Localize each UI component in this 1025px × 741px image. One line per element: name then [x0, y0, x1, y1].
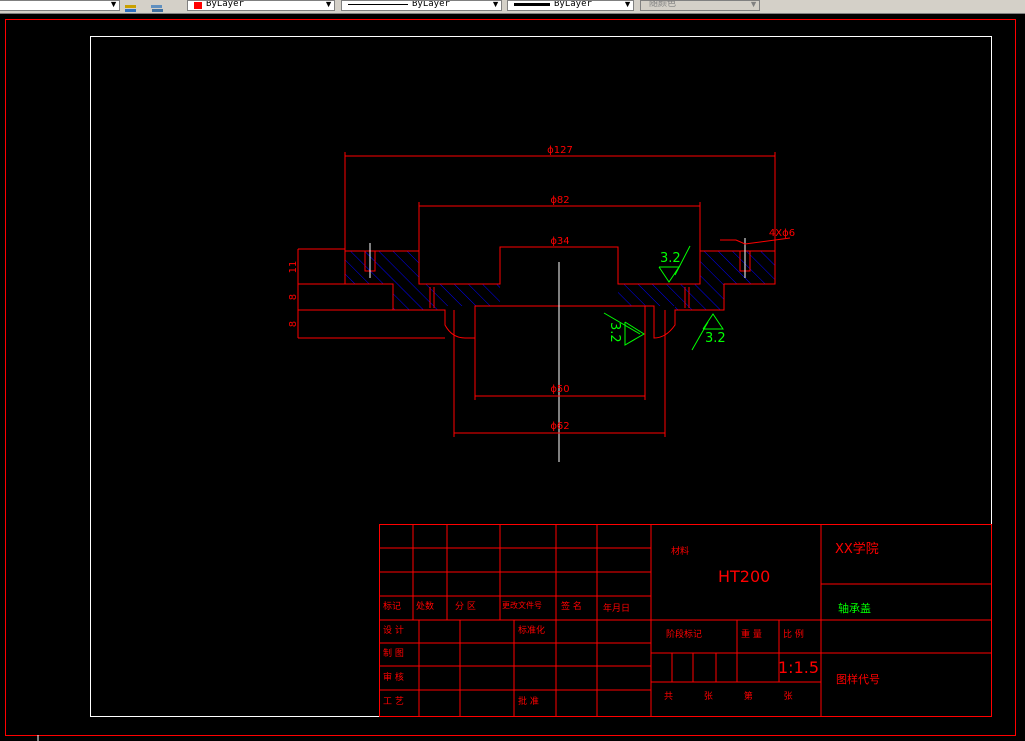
color-control[interactable]: ByLayer ▼	[187, 0, 335, 11]
label-drafting: 制 图	[383, 647, 404, 659]
prev-combo-tail[interactable]: ▼	[0, 0, 120, 11]
drawing-code-label: 图样代号	[836, 672, 880, 686]
dim-diameter-34: ϕ34	[550, 236, 569, 247]
roughness-value-2: 3.2	[705, 331, 726, 346]
linetype-value: ByLayer	[412, 0, 450, 9]
lineweight-control[interactable]: ByLayer ▼	[507, 0, 634, 11]
dim-holes: 4Xϕ6	[769, 228, 795, 239]
section-hatch	[345, 251, 775, 310]
label-review: 审 核	[383, 671, 404, 683]
chevron-down-icon: ▼	[491, 0, 500, 9]
linetype-sample-icon	[348, 4, 408, 5]
plotstyle-control: 随颜色 ▼	[640, 0, 760, 11]
dim-diameter-50: ϕ50	[550, 384, 569, 395]
chevron-down-icon: ▼	[749, 0, 758, 9]
color-value: ByLayer	[206, 0, 244, 9]
label-zone: 分 区	[455, 601, 476, 612]
label-change-doc: 更改文件号	[502, 600, 542, 610]
drawing-canvas[interactable]: ϕ127 ϕ82 ϕ34 ϕ50 ϕ62 4Xϕ6 11 8 8 3.2 3.2…	[0, 14, 1025, 741]
label-sheets: 共 张 第 张	[664, 690, 793, 702]
plotstyle-value: 随颜色	[649, 0, 677, 9]
lineweight-value: ByLayer	[554, 0, 592, 9]
label-standardize: 标准化	[518, 624, 545, 636]
label-process: 工 艺	[383, 696, 404, 707]
label-weight: 重 量	[741, 628, 762, 640]
label-design: 设 计	[383, 624, 404, 636]
chevron-down-icon: ▼	[623, 0, 632, 9]
label-stage-mark: 阶段标记	[666, 628, 702, 640]
material-value: HT200	[718, 567, 770, 586]
label-date: 年月日	[603, 602, 630, 614]
lineweight-sample-icon	[514, 3, 550, 6]
properties-toolbar: ▼ ByLayer ▼ ByLayer ▼ ByLayer ▼ 随颜色 ▼	[0, 0, 1025, 14]
dim-diameter-62: ϕ62	[550, 421, 569, 432]
label-count: 处数	[416, 600, 434, 612]
linetype-control[interactable]: ByLayer ▼	[341, 0, 502, 11]
dim-height-8b: 8	[288, 321, 299, 327]
roughness-value-1: 3.2	[660, 251, 681, 266]
dim-diameter-127: ϕ127	[547, 145, 573, 156]
label-mark: 标记	[383, 600, 401, 612]
label-approve: 批 准	[518, 695, 539, 707]
chevron-down-icon: ▼	[109, 0, 118, 9]
chevron-down-icon: ▼	[324, 0, 333, 9]
dim-height-11: 11	[288, 261, 299, 274]
sheet-border	[5, 19, 1016, 736]
roughness-value-3: 3.2	[607, 322, 622, 343]
label-scale: 比 例	[783, 628, 804, 640]
layer-state-icon[interactable]	[124, 0, 138, 12]
scale-value: 1:1.5	[778, 658, 819, 677]
material-label: 材料	[671, 545, 689, 557]
school-name: XX学院	[835, 541, 879, 557]
label-sign: 签 名	[561, 600, 582, 612]
part-name: 轴承盖	[838, 601, 871, 615]
dim-diameter-82: ϕ82	[550, 195, 569, 206]
dim-height-8a: 8	[288, 294, 299, 300]
layer-previous-icon[interactable]	[150, 0, 164, 12]
color-swatch-icon	[194, 2, 202, 9]
